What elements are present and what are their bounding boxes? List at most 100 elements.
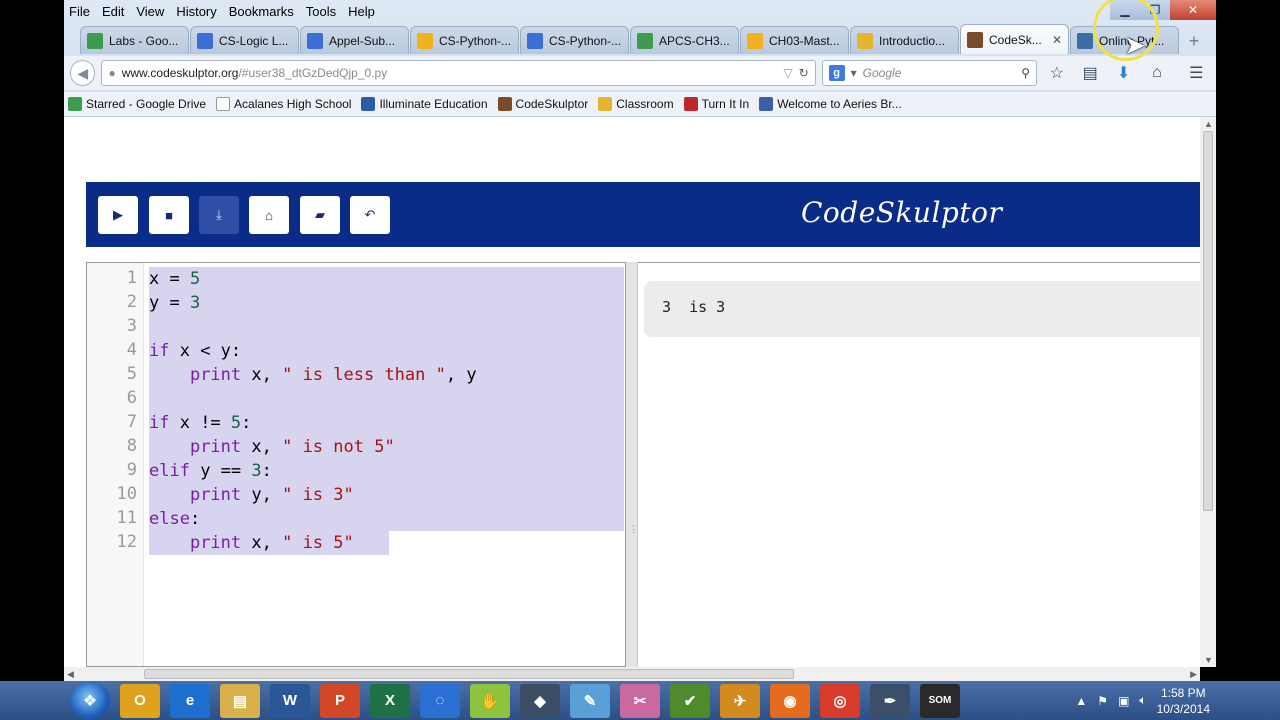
browser-tab[interactable]: CH03-Mast... — [740, 26, 849, 54]
bookmark-star-icon[interactable]: ☆ — [1043, 60, 1070, 86]
browser-tab[interactable]: CS-Logic L... — [190, 26, 299, 54]
menu-edit[interactable]: Edit — [96, 4, 130, 19]
vertical-scroll-thumb[interactable] — [1203, 131, 1213, 511]
search-bar[interactable]: g ▾ Google ⚲ — [821, 60, 1038, 86]
close-tab-icon[interactable]: ✕ — [1052, 33, 1062, 47]
code-line[interactable]: print x, " is less than ", y — [149, 363, 477, 387]
excel-taskbar-icon[interactable]: X — [370, 683, 410, 718]
horizontal-scroll-thumb[interactable] — [144, 669, 794, 679]
browser-tab[interactable]: Introductio... — [850, 26, 959, 54]
app-som-taskbar-icon[interactable]: SOM — [920, 683, 960, 718]
dropdown-icon[interactable]: ▽ — [783, 66, 792, 80]
fresh-url-button[interactable]: ⌂ — [249, 196, 289, 234]
page-vertical-scrollbar[interactable]: ▲ ▼ — [1200, 117, 1216, 667]
url-bar[interactable]: ● www.codeskulptor.org/#user38_dtGzDedQj… — [101, 60, 816, 86]
bookmark-item[interactable]: Classroom — [598, 97, 674, 111]
chrome-taskbar-icon[interactable]: ◎ — [820, 683, 860, 718]
clock[interactable]: 1:58 PM 10/3/2014 — [1157, 685, 1210, 717]
volume-icon[interactable]: 🔈︎ — [1139, 693, 1146, 708]
code-line[interactable]: print x, " is not 5" — [149, 435, 395, 459]
app-dots-taskbar-icon[interactable]: ◌ — [420, 683, 460, 718]
code-line[interactable]: print y, " is 3" — [149, 483, 354, 507]
bookmark-item[interactable]: Turn It In — [683, 97, 749, 111]
code-line[interactable]: if x != 5: — [149, 411, 251, 435]
code-line[interactable]: elif y == 3: — [149, 459, 272, 483]
code-token: print — [189, 437, 242, 457]
file-explorer-taskbar-icon[interactable]: ▤ — [220, 683, 260, 718]
menu-help[interactable]: Help — [342, 4, 381, 19]
reset-button[interactable]: ↶ — [350, 196, 390, 234]
scroll-right-icon[interactable]: ▶ — [1190, 669, 1197, 680]
search-icon[interactable]: ⚲ — [1021, 66, 1030, 80]
page-icon — [216, 97, 231, 111]
paint-taskbar-icon[interactable]: ✎ — [570, 683, 610, 718]
run-button[interactable]: ▶ — [98, 196, 138, 234]
google-drive-icon — [637, 32, 653, 49]
internet-explorer-taskbar-icon[interactable]: e — [170, 683, 210, 718]
back-button[interactable]: ◀ — [70, 60, 96, 86]
code-line[interactable]: print x, " is 5" — [149, 531, 354, 555]
app-green-taskbar-icon[interactable]: ✔ — [670, 683, 710, 718]
left-letterbox — [0, 0, 64, 681]
code-editor[interactable]: 1 2 3 4 5 6 7 8 9 10 11 12 x = 5y = 3 if x < y: prin… — [86, 262, 626, 667]
downloads-icon[interactable]: ⬇ — [1110, 60, 1137, 86]
menu-history[interactable]: History — [170, 4, 222, 19]
bookmark-item[interactable]: Starred - Google Drive — [68, 97, 206, 111]
browser-tab[interactable]: CS-Python-... — [410, 26, 519, 54]
app-hand-taskbar-icon[interactable]: ✋ — [470, 683, 510, 718]
turnitin-icon — [683, 97, 698, 111]
network-icon[interactable]: ▣ — [1118, 694, 1129, 708]
browser-tab[interactable]: APCS-CH3... — [630, 26, 739, 54]
menu-file[interactable]: File — [64, 4, 96, 19]
code-line[interactable]: if x < y: — [149, 339, 241, 363]
menu-bookmarks[interactable]: Bookmarks — [223, 4, 300, 19]
app-pen-taskbar-icon[interactable]: ✒ — [870, 683, 910, 718]
google-docs-icon — [527, 32, 543, 49]
browser-tab[interactable]: CS-Python-... — [520, 26, 629, 54]
word-taskbar-icon[interactable]: W — [270, 683, 310, 718]
outlook-taskbar-icon[interactable]: O — [120, 683, 160, 718]
app-penguin-taskbar-icon[interactable]: ◆ — [520, 683, 560, 718]
hamburger-menu-icon[interactable]: ☰ — [1183, 60, 1210, 86]
action-center-flag-icon[interactable]: ⚑ — [1097, 694, 1108, 708]
pane-splitter[interactable]: ⋮ — [625, 262, 638, 667]
codeskulptor-header: ▶ ■ ⤓ ⌂ ▰ ↶ CodeSkulptor — [86, 182, 1200, 247]
browser-tab[interactable]: Appel-Sub... — [300, 26, 409, 54]
app-bird-taskbar-icon[interactable]: ✈ — [720, 683, 760, 718]
scroll-down-icon[interactable]: ▼ — [1204, 655, 1213, 665]
new-tab-button[interactable]: + — [1180, 28, 1208, 54]
tray-expand-icon[interactable]: ▲ — [1075, 694, 1087, 708]
bookmark-item[interactable]: CodeSkulptor — [497, 97, 588, 111]
snipping-tool-taskbar-icon[interactable]: ✂ — [620, 683, 660, 718]
bookmark-label: Illuminate Education — [379, 97, 488, 111]
search-engine-dropdown-icon[interactable]: ▾ — [851, 66, 857, 80]
clock-date: 10/3/2014 — [1156, 701, 1210, 716]
google-search-engine-icon[interactable]: g — [828, 65, 845, 81]
bookmark-item[interactable]: Illuminate Education — [361, 97, 488, 111]
start-button[interactable]: ❖ — [70, 681, 110, 720]
code-line[interactable]: x = 5 — [149, 267, 200, 291]
browser-tab[interactable]: Labs - Goo... — [80, 26, 189, 54]
scroll-up-icon[interactable]: ▲ — [1204, 119, 1213, 129]
reading-list-icon[interactable]: ▤ — [1076, 60, 1103, 86]
close-window-button[interactable]: ✕ — [1170, 0, 1216, 20]
home-icon[interactable]: ⌂ — [1143, 60, 1170, 86]
save-button[interactable]: ■ — [149, 196, 189, 234]
powerpoint-taskbar-icon[interactable]: P — [320, 683, 360, 718]
code-token: y == — [189, 461, 252, 481]
open-button[interactable]: ▰ — [300, 196, 340, 234]
browser-tab[interactable]: CodeSk... ✕ — [960, 24, 1069, 54]
code-line[interactable]: else: — [149, 507, 200, 531]
code-line[interactable]: y = 3 — [149, 291, 200, 315]
reload-icon[interactable]: ↻ — [799, 66, 809, 80]
code-token: 3 — [189, 293, 201, 313]
page-horizontal-scrollbar[interactable]: ◀ ▶ — [64, 667, 1200, 681]
download-button[interactable]: ⤓ — [199, 196, 239, 234]
firefox-taskbar-icon[interactable]: ◉ — [770, 683, 810, 718]
bookmark-item[interactable]: Welcome to Aeries Br... — [759, 97, 902, 111]
menu-tools[interactable]: Tools — [300, 4, 342, 19]
menu-view[interactable]: View — [130, 4, 170, 19]
bookmark-item[interactable]: Acalanes High School — [216, 97, 351, 111]
scroll-left-icon[interactable]: ◀ — [67, 669, 74, 680]
